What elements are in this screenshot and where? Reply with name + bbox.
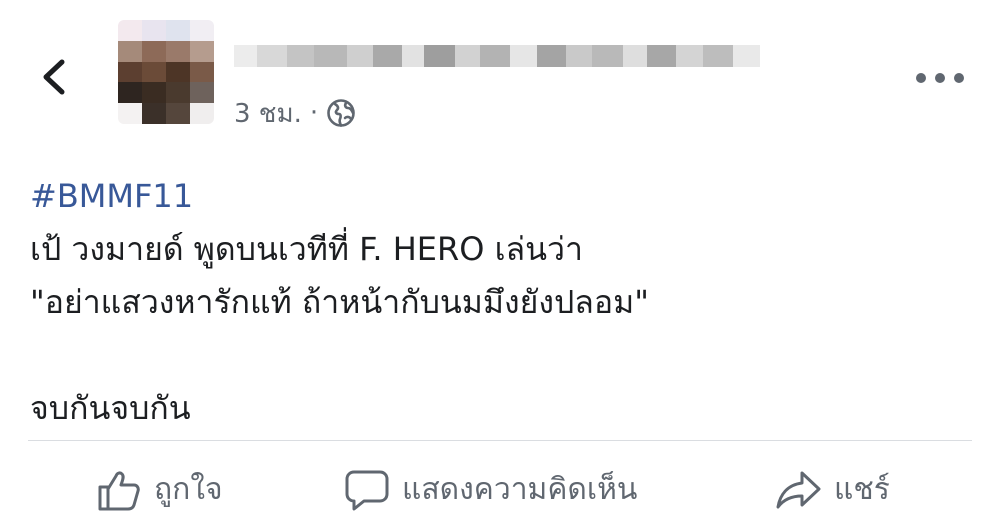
author-name-blurred[interactable]: [234, 34, 760, 78]
meta-separator: ·: [309, 98, 319, 128]
globe-icon: [327, 99, 355, 127]
comment-button[interactable]: แสดงความคิดเห็น: [344, 466, 637, 513]
comment-label: แสดงความคิดเห็น: [402, 472, 638, 507]
post-line-2: "อย่าแสวงหารักแท้ ถ้าหน้ากับนมมึงยังปลอม…: [30, 283, 649, 321]
more-options-button[interactable]: [916, 64, 964, 92]
chevron-left-icon: [43, 59, 65, 95]
comment-bubble-icon: [345, 470, 389, 510]
like-label: ถูกใจ: [154, 472, 223, 507]
avatar[interactable]: [118, 20, 214, 124]
thumbs-up-icon: [98, 470, 140, 510]
action-bar: ถูกใจ แสดงความคิดเห็น แชร์: [0, 458, 1000, 512]
post-time[interactable]: 3 ชม.: [234, 93, 302, 134]
post-text: #BMMF11 เป้ วงมายด์ พูดบนเวทีที่ F. HERO…: [30, 170, 970, 435]
share-label: แชร์: [834, 472, 890, 507]
like-button[interactable]: ถูกใจ: [96, 466, 223, 513]
back-button[interactable]: [36, 52, 76, 102]
more-horizontal-icon: [916, 73, 926, 83]
divider: [28, 440, 972, 441]
post-line-3: จบกันจบกัน: [30, 389, 191, 427]
hashtag-link[interactable]: #BMMF11: [30, 170, 970, 223]
share-button[interactable]: แชร์: [774, 466, 890, 513]
post-meta: 3 ชม. ·: [234, 96, 356, 130]
post-line-1: เป้ วงมายด์ พูดบนเวทีที่ F. HERO เล่นว่า: [30, 230, 583, 268]
share-arrow-icon: [776, 471, 821, 508]
